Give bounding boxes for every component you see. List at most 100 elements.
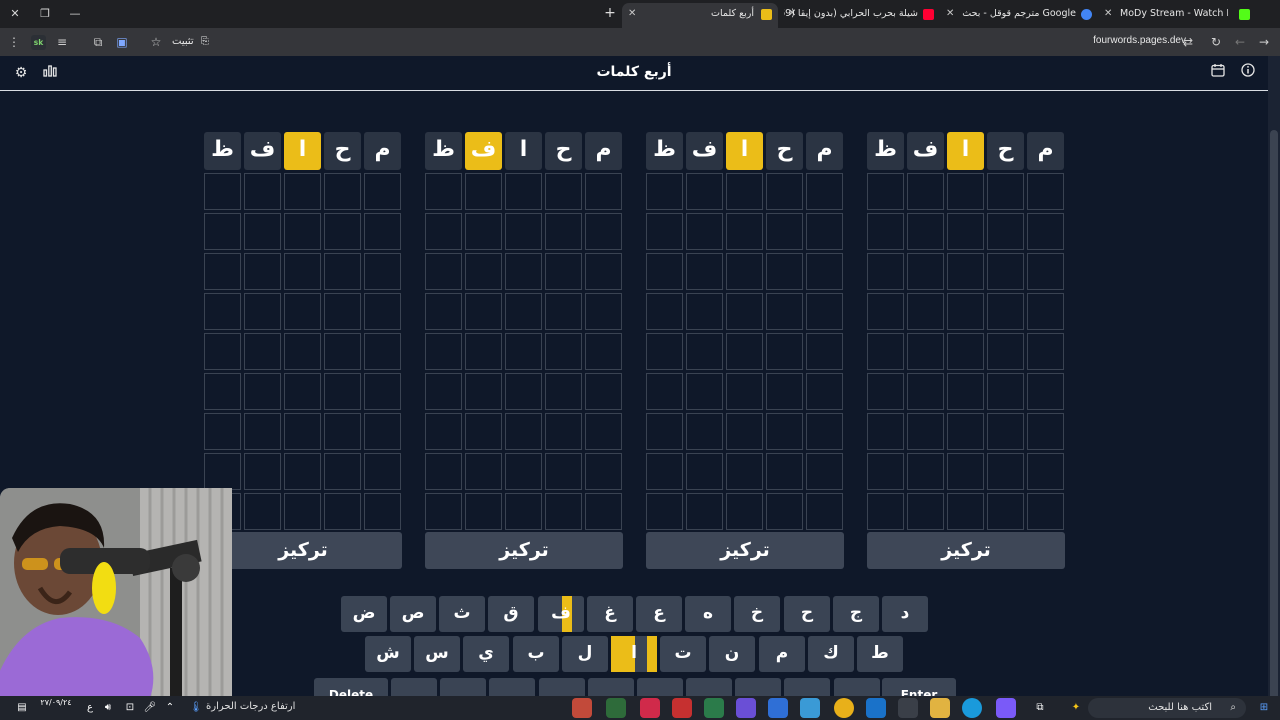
focus-button[interactable]: تركيز [646, 532, 844, 569]
close-tab-icon[interactable]: ✕ [1104, 3, 1112, 25]
taskbar-app-icon[interactable] [768, 698, 788, 718]
keyboard-key[interactable]: ب [513, 636, 559, 672]
pin-button[interactable]: تثبيت ⎘ [172, 33, 209, 51]
keyboard-key[interactable]: ج [833, 596, 879, 632]
key-label: ط [871, 643, 889, 663]
address-bar[interactable]: fourwords.pages.dev [1093, 35, 1186, 46]
grid-cell [505, 453, 542, 490]
grid-cell [867, 213, 904, 250]
grid-cell [545, 333, 582, 370]
close-window-icon[interactable]: ✕ [0, 0, 30, 28]
tab-google-translate[interactable]: ✕ مترجم قوقل - بحث Google [942, 3, 1098, 28]
grid-cell [425, 413, 462, 450]
taskbar-app-icon[interactable] [606, 698, 626, 718]
minimize-window-icon[interactable]: — [60, 0, 90, 28]
notifications-icon[interactable]: ▤ [12, 698, 32, 718]
close-tab-icon[interactable]: ✕ [628, 3, 636, 25]
keyboard-key[interactable]: ي [463, 636, 509, 672]
page-scrollbar[interactable] [1268, 56, 1280, 720]
grid-cell [585, 493, 622, 530]
keyboard-key[interactable]: ش [365, 636, 411, 672]
scrollbar-thumb[interactable] [1270, 130, 1278, 720]
grid-cell [465, 413, 502, 450]
tab-youtube[interactable]: ✕ (69) شيلة بحرب الحرابي (بدون إيقا [784, 3, 940, 28]
taskbar-search-input[interactable]: اكتب هنا للبحث ⌕ [1088, 698, 1246, 718]
grid-cell [425, 453, 462, 490]
back-arrow-icon[interactable]: → [1254, 32, 1274, 52]
language-indicator[interactable]: ع [80, 698, 100, 718]
keyboard-key[interactable]: غ [587, 596, 633, 632]
network-icon[interactable]: ⊡ [120, 698, 140, 718]
taskbar-app-icon[interactable] [672, 698, 692, 718]
taskbar-app-icon[interactable] [572, 698, 592, 718]
info-icon[interactable] [1238, 63, 1258, 83]
taskbar-app-icon[interactable] [800, 698, 820, 718]
close-tab-icon[interactable]: ✕ [946, 3, 954, 25]
new-tab-button[interactable]: + [602, 0, 618, 28]
grid-cell [686, 333, 723, 370]
restore-window-icon[interactable]: ❐ [30, 0, 60, 28]
edge-icon[interactable] [962, 698, 982, 718]
keyboard-key[interactable]: خ [734, 596, 780, 632]
task-view-icon[interactable]: ⧉ [1030, 698, 1050, 718]
taskbar-app-icon[interactable] [640, 698, 660, 718]
translate-icon[interactable]: ▣ [112, 32, 132, 52]
keyboard-key[interactable]: م [759, 636, 805, 672]
grid-cell [284, 413, 321, 450]
sparkle-icon[interactable]: ✦ [1062, 698, 1090, 718]
keyboard-key[interactable]: د [882, 596, 928, 632]
extension-sk-icon[interactable]: sk [31, 35, 46, 50]
extension-list-icon[interactable]: ≡ [52, 32, 72, 52]
menu-kebab-icon[interactable]: ⋮ [4, 32, 24, 52]
taskbar-excel-icon[interactable] [704, 698, 724, 718]
forward-arrow-icon[interactable]: ← [1230, 32, 1250, 52]
weather-text[interactable]: ارتفاع درجات الحرارة [206, 701, 295, 712]
windows-start-icon[interactable]: ⊞ [1254, 698, 1274, 718]
keyboard-key[interactable]: ح [784, 596, 830, 632]
site-settings-icon[interactable]: ⇄ [1178, 32, 1198, 52]
focus-button[interactable]: تركيز [204, 532, 402, 569]
grid-cell [686, 213, 723, 250]
grid-cell [1027, 333, 1064, 370]
grid-cell [987, 453, 1024, 490]
keyboard-key[interactable]: ت [660, 636, 706, 672]
keyboard-key[interactable]: ف [538, 596, 584, 632]
store-icon[interactable] [898, 698, 918, 718]
reload-icon[interactable]: ↻ [1206, 32, 1226, 52]
keyboard-key[interactable]: ث [439, 596, 485, 632]
focus-button[interactable]: تركيز [425, 532, 623, 569]
keyboard-key[interactable]: ا [611, 636, 657, 672]
volume-icon[interactable]: 🔊︎ [98, 698, 118, 718]
keyboard-key[interactable]: ه [685, 596, 731, 632]
keyboard-key[interactable]: ق [488, 596, 534, 632]
keyboard-key[interactable]: ض [341, 596, 387, 632]
file-explorer-icon[interactable] [930, 698, 950, 718]
keyboard-key[interactable]: ص [390, 596, 436, 632]
taskbar-app-icon[interactable] [736, 698, 756, 718]
keyboard-key[interactable]: ل [562, 636, 608, 672]
outlook-icon[interactable] [866, 698, 886, 718]
keyboard-key[interactable]: ط [857, 636, 903, 672]
keyboard-key[interactable]: ن [709, 636, 755, 672]
copilot-icon[interactable] [996, 698, 1016, 718]
extensions-puzzle-icon[interactable]: ⧉ [88, 32, 108, 52]
keyboard-key[interactable]: ك [808, 636, 854, 672]
calendar-icon[interactable] [1208, 63, 1228, 83]
grid-cell [806, 253, 843, 290]
tab-kick-stream[interactable]: ✕ MoDy Stream - Watch Live on [1100, 3, 1256, 28]
grid-cell [907, 253, 944, 290]
keyboard-key[interactable]: س [414, 636, 460, 672]
system-tray-chevron-icon[interactable]: ⌃ [160, 698, 180, 718]
bookmark-star-icon[interactable]: ☆ [146, 32, 166, 52]
microphone-icon[interactable]: 🎤︎ [140, 698, 160, 718]
tab-four-words[interactable]: ✕ أربع كلمات [622, 3, 778, 28]
grid-cell [465, 253, 502, 290]
grid-cell [465, 373, 502, 410]
keyboard-key[interactable]: ع [636, 596, 682, 632]
grid-cell [726, 453, 763, 490]
grid-cell [545, 293, 582, 330]
key-label: ت [674, 643, 692, 663]
chrome-icon[interactable] [834, 698, 854, 718]
clock[interactable]: ٢٧/٠٩/٢٤ [36, 698, 76, 718]
focus-button[interactable]: تركيز [867, 532, 1065, 569]
